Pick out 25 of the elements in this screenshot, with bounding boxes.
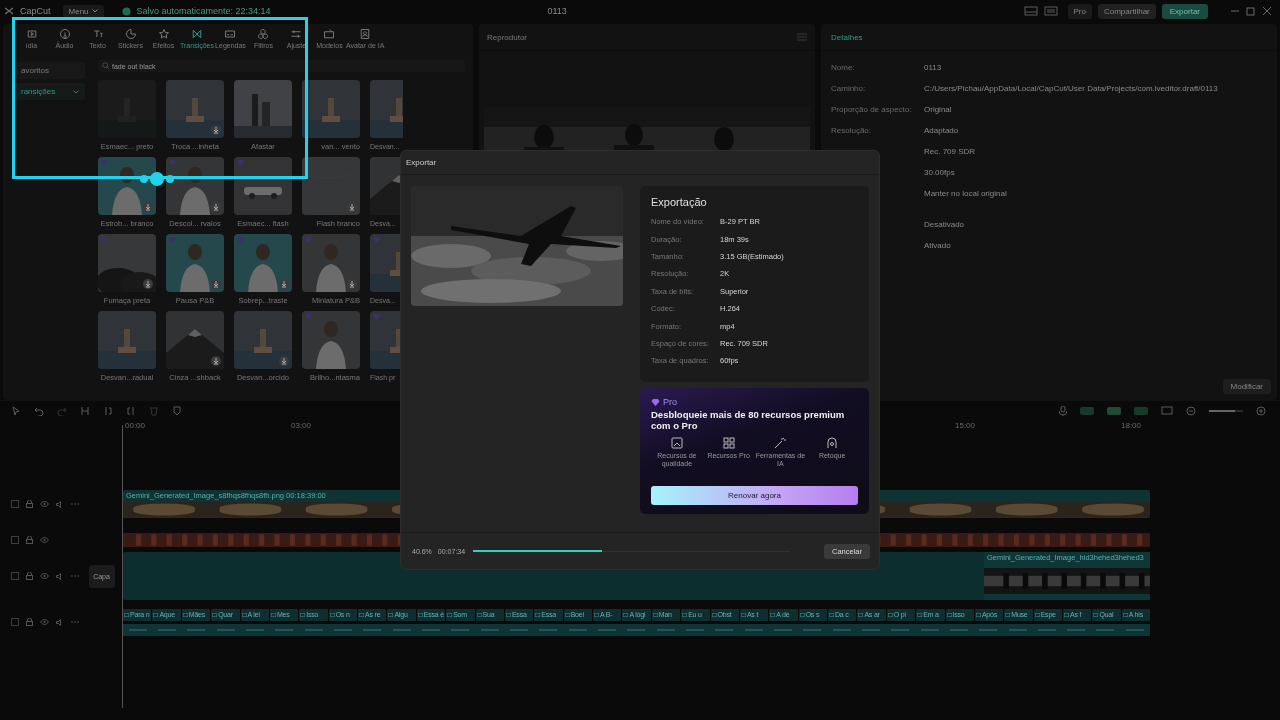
ruler-label: 00:00 [125, 421, 146, 430]
detail-value: Original [924, 105, 952, 114]
panel-title: Detalhes [831, 32, 863, 42]
autosave-status: Salvo automaticamente: 22:34:14 [136, 6, 271, 16]
panel-title: Reprodutor [487, 32, 528, 42]
detail-value: Ativado [924, 241, 951, 250]
detail-value: Manter no local original [924, 189, 1007, 198]
detail-value: Adaptado [924, 126, 959, 135]
project-title: 0113 [546, 6, 568, 16]
detail-label: Nome: [831, 63, 855, 72]
detail-label: Caminho: [831, 84, 866, 93]
detail-value: Desativado [924, 220, 965, 229]
pro-heading: Desbloqueie mais de 80 recursos premium com o Pro [651, 409, 846, 431]
detail-value: Rec. 709 SDR [924, 147, 976, 156]
detail-value: 30.00fps [924, 168, 955, 177]
app-logo: CapCut [20, 6, 51, 16]
detail-value: 0113 [924, 63, 942, 72]
pro-label: Pro [663, 397, 677, 407]
ruler-label: 03:00 [291, 421, 312, 430]
ruler-label: 18:00 [1121, 421, 1142, 430]
detail-value: C:/Users/Pichau/AppData/Local/CapCut/User Data/Projects/com.lveditor.draft/0113 [924, 84, 1218, 93]
ruler-label: 15:00 [955, 421, 976, 430]
dialog-title: Exportar [406, 158, 437, 167]
detail-label: Proporção de aspecto: [831, 105, 912, 114]
detail-label: Resolução: [831, 126, 872, 135]
